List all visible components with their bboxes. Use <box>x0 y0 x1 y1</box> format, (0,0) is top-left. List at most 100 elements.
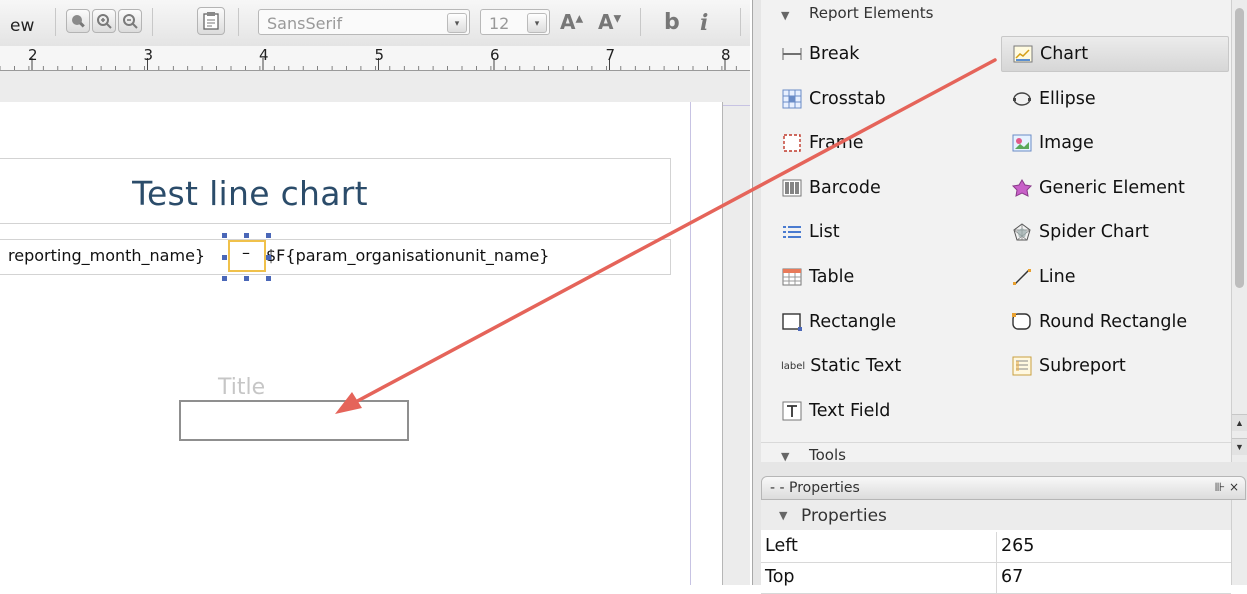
column-divider <box>996 563 997 593</box>
page-header-band[interactable]: reporting_month_name} $F{param_organisat… <box>0 239 671 275</box>
chart-drop-target[interactable] <box>179 400 409 441</box>
report-title[interactable]: Test line chart <box>0 174 500 213</box>
scrollbar-thumb[interactable] <box>1235 8 1244 288</box>
palette-item-subreport[interactable]: Subreport <box>1001 348 1229 384</box>
bold-button[interactable]: b <box>664 10 680 35</box>
palette-item-list[interactable]: List <box>771 214 999 250</box>
palette-item-label: Table <box>809 267 855 287</box>
chart-icon <box>1012 43 1034 65</box>
palette-item-chart[interactable]: Chart <box>1001 36 1229 72</box>
ruler-tick-label: 7 <box>606 46 616 64</box>
report-designer: ew SansSerif ▾ 12 ▾ A▲ A▼ b i 234567 8 T… <box>0 0 750 585</box>
view-tab-label[interactable]: ew <box>10 16 34 36</box>
toolbar-separator <box>740 8 741 36</box>
scroll-up-arrow[interactable]: ▲ <box>1232 414 1247 431</box>
palette-scrollbar[interactable]: ▲ ▼ <box>1231 0 1247 462</box>
resize-handle[interactable] <box>266 255 271 260</box>
property-value[interactable]: 265 <box>1001 536 1034 556</box>
collapse-triangle-icon: ▼ <box>781 9 790 22</box>
palette-item-generic-element[interactable]: Generic Element <box>1001 170 1229 206</box>
resize-handle[interactable] <box>222 255 227 260</box>
palette-item-label: Generic Element <box>1039 177 1185 198</box>
round-rectangle-icon <box>1011 311 1033 333</box>
palette-item-label: Barcode <box>809 177 881 198</box>
report-elements-section-header[interactable]: ▼ Report Elements <box>761 2 1231 26</box>
palette-item-label: Break <box>809 44 860 64</box>
palette-item-frame[interactable]: Frame <box>771 125 999 161</box>
zoom-in-icon <box>97 14 112 29</box>
resize-handle[interactable] <box>222 276 227 281</box>
resize-handle[interactable] <box>266 233 271 238</box>
palette-item-line[interactable]: Line <box>1001 259 1229 295</box>
scroll-down-arrow[interactable]: ▼ <box>1232 438 1247 455</box>
palette-item-barcode[interactable]: Barcode <box>771 170 999 206</box>
decrease-font-icon[interactable]: A▼ <box>598 10 621 34</box>
break-icon <box>781 43 803 65</box>
panel-controls-icon[interactable]: ⊪ × <box>1215 480 1239 494</box>
palette-item-text-field[interactable]: Text Field <box>771 393 999 429</box>
font-size-select[interactable]: 12 ▾ <box>480 9 550 35</box>
zoom-out-icon <box>123 14 138 29</box>
organisation-unit-field[interactable]: $F{param_organisationunit_name} <box>266 246 549 265</box>
zoom-out-button[interactable] <box>118 9 142 33</box>
palette-item-table[interactable]: Table <box>771 259 999 295</box>
ruler-tick-label: 4 <box>259 46 269 64</box>
frame-icon <box>781 132 803 154</box>
palette-item-label: Crosstab <box>809 88 886 109</box>
reporting-month-field[interactable]: reporting_month_name} <box>8 246 205 265</box>
palette-item-rectangle[interactable]: Rectangle <box>771 304 999 340</box>
palette-item-label: List <box>809 222 840 243</box>
dropdown-arrow-icon: ▾ <box>447 13 467 33</box>
properties-scrollbar[interactable] <box>1231 500 1247 585</box>
property-row-left[interactable]: Left 265 <box>761 532 1231 563</box>
property-key: Top <box>765 567 795 587</box>
increase-font-icon[interactable]: A▲ <box>560 10 583 34</box>
palette-item-spider-chart[interactable]: Spider Chart <box>1001 214 1229 250</box>
font-family-value: SansSerif <box>267 14 343 33</box>
horizontal-ruler: 2 3 4 5 6 7 8 <box>0 46 750 71</box>
properties-section-header[interactable]: ▼ Properties <box>761 500 1231 530</box>
resize-handle[interactable] <box>244 233 249 238</box>
italic-button[interactable]: i <box>700 10 708 36</box>
palette-item-image[interactable]: Image <box>1001 125 1229 161</box>
table-icon <box>781 266 803 288</box>
resize-handle[interactable] <box>222 233 227 238</box>
ruler-scale: 2 3 4 5 6 7 8 <box>0 46 737 70</box>
title-band[interactable]: Test line chart <box>0 158 671 224</box>
generic-element-icon <box>1011 177 1033 199</box>
zoom-icon <box>72 15 85 28</box>
image-icon <box>1011 132 1033 154</box>
palette-item-static-text[interactable]: label Static Text <box>771 348 999 384</box>
toolbar-separator <box>640 8 641 36</box>
ruler-tick-label: 3 <box>144 46 154 64</box>
design-canvas[interactable]: Test line chart reporting_month_name} $F… <box>0 71 750 585</box>
tools-section-label: Tools <box>809 446 846 462</box>
ruler-tick-label: 2 <box>28 46 38 64</box>
crosstab-icon <box>781 88 803 110</box>
ellipse-icon <box>1011 88 1033 110</box>
zoom-in-button[interactable] <box>92 9 116 33</box>
resize-handle[interactable] <box>244 276 249 281</box>
ruler-tick-label: 5 <box>375 46 385 64</box>
palette-item-label: Round Rectangle <box>1039 311 1188 332</box>
property-row-top[interactable]: Top 67 <box>761 563 1231 594</box>
spider-chart-icon <box>1011 221 1033 243</box>
palette-item-label: Frame <box>809 133 864 154</box>
palette-item-label: Text Field <box>809 400 891 421</box>
property-value[interactable]: 67 <box>1001 567 1023 587</box>
report-page[interactable]: Test line chart reporting_month_name} $F… <box>0 102 723 585</box>
resize-handle[interactable] <box>266 276 271 281</box>
static-text-icon: label <box>781 360 806 372</box>
palette-item-ellipse[interactable]: Ellipse <box>1001 81 1229 117</box>
palette-item-round-rectangle[interactable]: Round Rectangle <box>1001 304 1229 340</box>
palette-item-crosstab[interactable]: Crosstab <box>771 81 999 117</box>
font-family-select[interactable]: SansSerif ▾ <box>258 9 470 35</box>
palette-item-break[interactable]: Break <box>771 36 999 72</box>
properties-panel-header: - - Properties ⊪ × <box>761 476 1246 500</box>
field-chooser-button[interactable] <box>197 7 225 35</box>
tools-section-header[interactable]: ▼ Tools <box>761 442 1231 462</box>
toolbar-separator <box>238 8 239 36</box>
zoom-tool-button[interactable] <box>66 9 90 33</box>
palette-item-label: Chart <box>1040 44 1089 64</box>
separator-dash: – <box>242 243 250 262</box>
